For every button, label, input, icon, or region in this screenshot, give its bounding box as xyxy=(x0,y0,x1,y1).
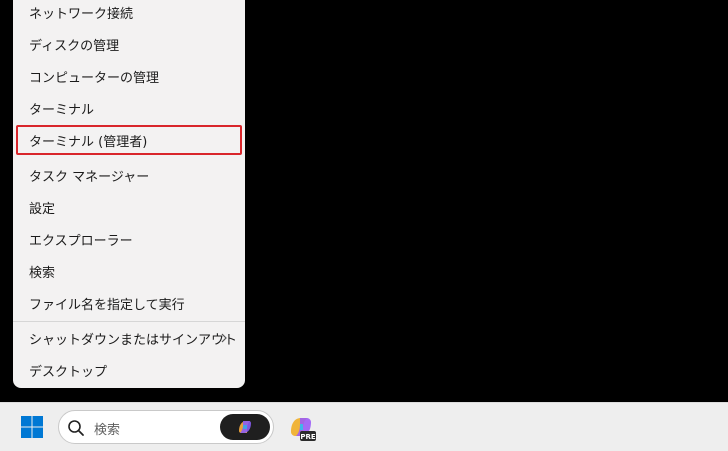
menu-item-label: ディスクの管理 xyxy=(29,38,120,54)
menu-item-task-manager[interactable]: タスク マネージャー xyxy=(16,160,242,190)
copilot-pre-badge: PRE xyxy=(300,433,316,441)
menu-item-desktop[interactable]: デスクトップ xyxy=(16,355,242,385)
menu-item-label: 設定 xyxy=(29,201,56,217)
taskbar: 検索 PRE xyxy=(0,402,728,451)
menu-item-label: ネットワーク接続 xyxy=(29,6,134,22)
menu-item-run[interactable]: ファイル名を指定して実行 xyxy=(16,288,242,318)
copilot-glyph-icon xyxy=(239,421,251,433)
menu-item-label: ファイル名を指定して実行 xyxy=(29,297,185,313)
menu-item-label: ターミナル xyxy=(29,102,95,118)
menu-item-label: デスクトップ xyxy=(29,364,108,380)
context-menu: ネットワーク接続 ディスクの管理 コンピューターの管理 ターミナル ターミナル … xyxy=(13,0,245,388)
menu-item-explorer[interactable]: エクスプローラー xyxy=(16,224,242,254)
menu-item-search[interactable]: 検索 xyxy=(16,256,242,286)
search-highlight-pill[interactable] xyxy=(220,414,270,440)
menu-item-label: 検索 xyxy=(29,265,56,281)
taskbar-search-box[interactable]: 検索 xyxy=(58,410,274,444)
search-placeholder: 検索 xyxy=(94,423,121,438)
menu-item-settings[interactable]: 設定 xyxy=(16,192,242,222)
copilot-icon[interactable]: PRE xyxy=(288,414,316,442)
menu-item-label: ターミナル (管理者) xyxy=(29,134,148,150)
windows-logo-icon[interactable] xyxy=(21,416,43,438)
menu-item-label: タスク マネージャー xyxy=(29,169,150,185)
menu-item-label: コンピューターの管理 xyxy=(29,70,160,86)
menu-item-shutdown-signout[interactable]: シャットダウンまたはサインアウト xyxy=(16,323,242,353)
menu-item-terminal-admin[interactable]: ターミナル (管理者) xyxy=(16,125,242,155)
menu-item-label: シャットダウンまたはサインアウト xyxy=(29,332,238,348)
menu-item-computer-management[interactable]: コンピューターの管理 xyxy=(16,61,242,91)
chevron-right-icon xyxy=(221,333,227,343)
menu-item-network-connections[interactable]: ネットワーク接続 xyxy=(16,0,242,27)
menu-separator xyxy=(13,321,245,322)
menu-item-label: エクスプローラー xyxy=(29,233,133,249)
search-icon xyxy=(68,420,84,436)
menu-item-disk-management[interactable]: ディスクの管理 xyxy=(16,29,242,59)
menu-item-terminal[interactable]: ターミナル xyxy=(16,93,242,123)
